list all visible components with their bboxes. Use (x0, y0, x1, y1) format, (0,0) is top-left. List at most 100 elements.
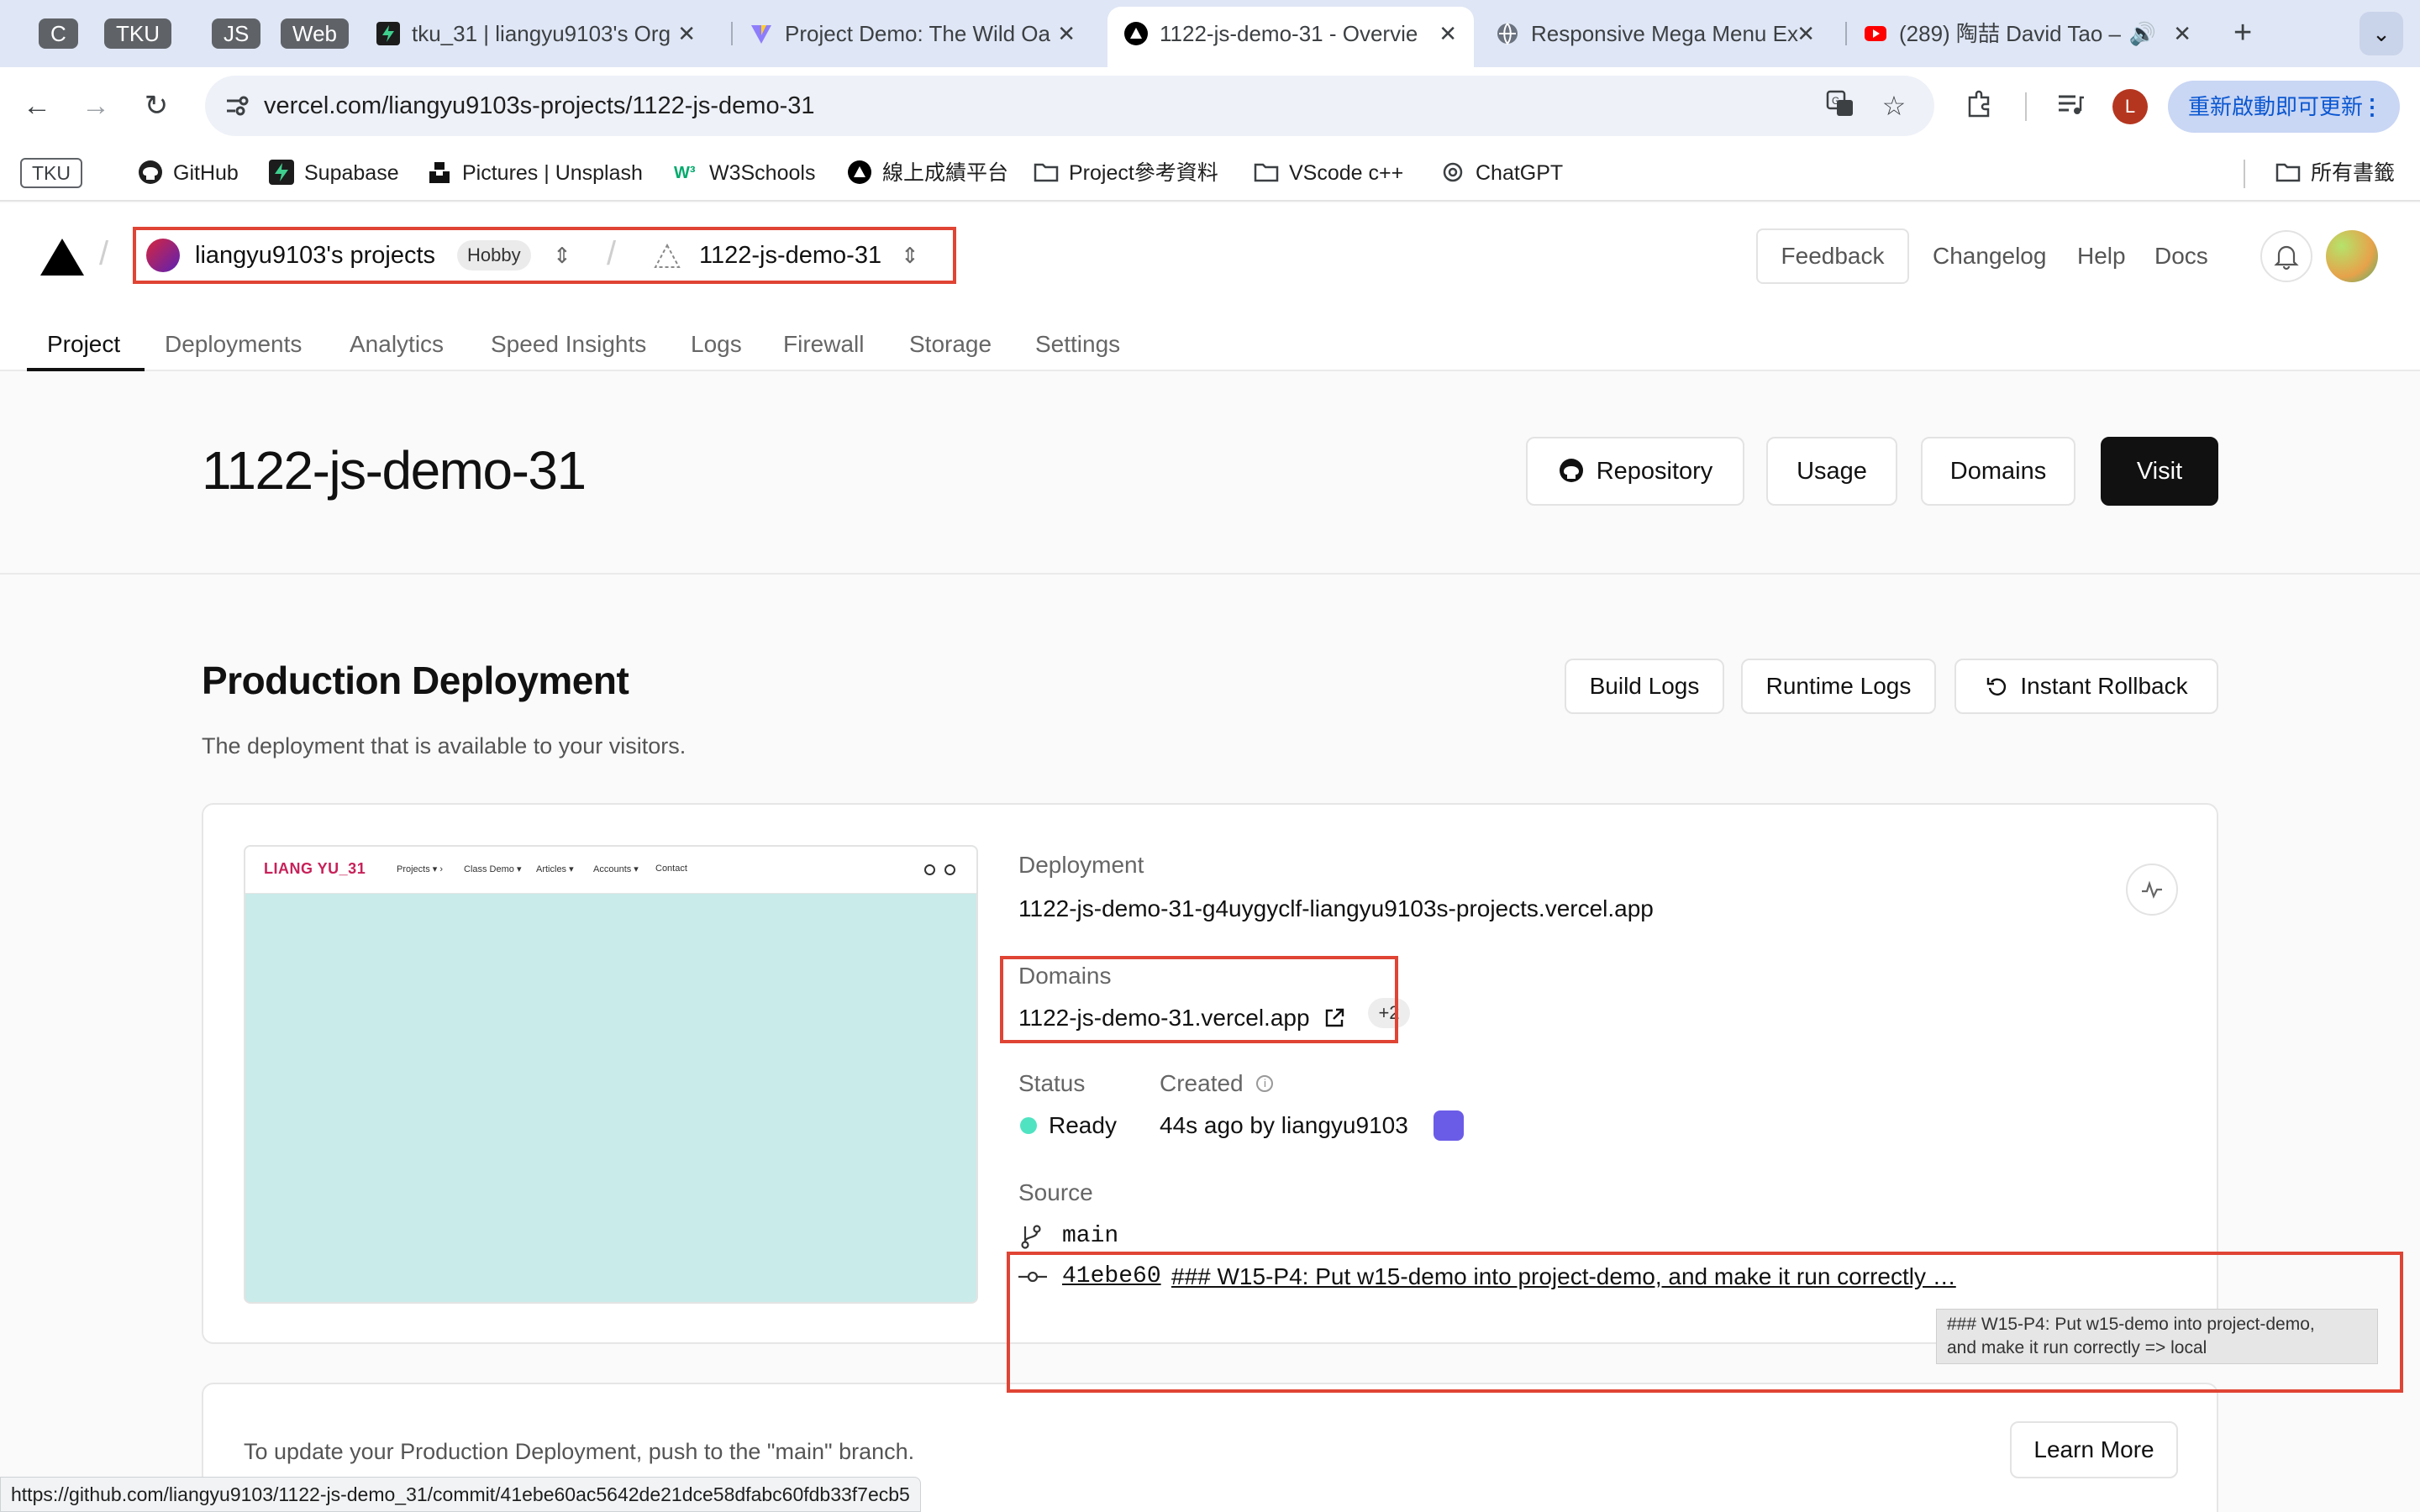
tab-group-js[interactable]: JS (212, 18, 261, 49)
globe-icon (1497, 23, 1518, 45)
extensions-icon[interactable] (1963, 89, 1996, 123)
instant-rollback-button[interactable]: Instant Rollback (1954, 659, 2218, 714)
created-label-text: Created (1160, 1070, 1244, 1096)
breadcrumb-separator: / (99, 235, 109, 272)
preview-nav-link: Accounts ▾ (593, 864, 639, 874)
section-title: Production Deployment (202, 659, 629, 702)
info-icon[interactable]: i (1256, 1074, 1274, 1092)
source-label: Source (1018, 1179, 1093, 1205)
bookmark-supabase[interactable]: Supabase (269, 144, 399, 202)
vercel-icon (848, 160, 871, 185)
tooltip-line: ### W15-P4: Put w15-demo into project-de… (1947, 1315, 2315, 1334)
browser-tab[interactable]: (289) 陶喆 David Tao – 🔊 ✕ (1847, 7, 2208, 60)
folder-icon (2275, 164, 2301, 182)
tab-group-web[interactable]: Web (281, 18, 349, 49)
usage-button[interactable]: Usage (1766, 437, 1897, 506)
speaker-icon[interactable]: 🔊 (2129, 7, 2156, 60)
changelog-link[interactable]: Changelog (1933, 228, 2046, 284)
forward-arrow-icon[interactable]: → (74, 84, 118, 128)
translate-icon[interactable]: G (1823, 89, 1857, 123)
back-arrow-icon[interactable]: ← (15, 84, 59, 128)
tab-search-chevron-icon[interactable]: ⌄ (2360, 12, 2403, 55)
all-bookmarks[interactable]: 所有書籤 (2275, 144, 2395, 202)
bookmark-grades[interactable]: 線上成績平台 (847, 144, 1008, 202)
tab-title: Project Demo: The Wild Oa (785, 21, 1050, 46)
profile-avatar[interactable]: L (2112, 89, 2148, 124)
tab-firewall[interactable]: Firewall (783, 318, 864, 371)
user-avatar[interactable] (2326, 230, 2378, 282)
help-link[interactable]: Help (2077, 228, 2126, 284)
created-label: Created i (1160, 1068, 1274, 1099)
preview-navbar: LIANG YU_31 Projects ▾ › Class Demo ▾ Ar… (245, 847, 976, 894)
svg-text:W³: W³ (674, 164, 696, 182)
repository-button[interactable]: Repository (1526, 437, 1744, 506)
docs-link[interactable]: Docs (2154, 228, 2208, 284)
feedback-button[interactable]: Feedback (1756, 228, 1909, 284)
observability-button[interactable] (2126, 864, 2178, 916)
browser-tab[interactable]: Responsive Mega Menu Ex ✕ (1479, 7, 1832, 60)
project-hero: 1122-js-demo-31 Repository Usage Domains… (0, 371, 2420, 575)
tab-analytics[interactable]: Analytics (350, 318, 444, 371)
bookmark-tku[interactable]: TKU (20, 158, 82, 188)
star-icon[interactable]: ☆ (1877, 89, 1911, 123)
tab-group-c[interactable]: C (39, 18, 78, 49)
bookmarks-bar: TKU GitHub Supabase Pictures | Unsplash … (0, 144, 2420, 202)
close-icon[interactable]: ✕ (677, 7, 696, 60)
learn-more-button[interactable]: Learn More (2010, 1421, 2178, 1478)
address-bar[interactable]: vercel.com/liangyu9103s-projects/1122-js… (205, 76, 1934, 136)
close-icon[interactable]: ✕ (1439, 7, 1457, 60)
bookmark-unsplash[interactable]: Pictures | Unsplash (427, 144, 643, 202)
bookmark-folder[interactable]: VScode c++ (1254, 144, 1403, 202)
bookmark-label: Project參考資料 (1069, 161, 1218, 185)
w3schools-icon: W³ (674, 164, 696, 182)
visit-button[interactable]: Visit (2101, 437, 2218, 506)
bookmark-github[interactable]: GitHub (138, 144, 239, 202)
tab-speed-insights[interactable]: Speed Insights (491, 318, 646, 371)
deployment-url[interactable]: 1122-js-demo-31-g4uygyclf-liangyu9103s-p… (1018, 894, 1654, 924)
runtime-logs-button[interactable]: Runtime Logs (1741, 659, 1936, 714)
link-status-bar: https://github.com/liangyu9103/1122-js-d… (0, 1477, 921, 1512)
toolbar-divider (2025, 92, 2027, 121)
media-queue-icon[interactable] (2054, 89, 2087, 123)
bookmark-w3schools[interactable]: W³ W3Schools (674, 144, 815, 202)
build-logs-button[interactable]: Build Logs (1565, 659, 1724, 714)
github-icon (139, 160, 162, 185)
bookmark-folder[interactable]: Project參考資料 (1034, 144, 1218, 202)
browser-tab-bar: C TKU JS Web tku_31 | liangyu9103's Org … (0, 0, 2420, 67)
url-text[interactable]: vercel.com/liangyu9103s-projects/1122-js… (264, 76, 815, 136)
close-icon[interactable]: ✕ (1797, 7, 1815, 60)
browser-tab[interactable]: tku_31 | liangyu9103's Org ✕ (360, 7, 713, 60)
more-menu-icon[interactable]: ⋮ (2361, 81, 2383, 133)
tab-deployments[interactable]: Deployments (165, 318, 302, 371)
tab-settings[interactable]: Settings (1035, 318, 1120, 371)
domains-button[interactable]: Domains (1921, 437, 2075, 506)
rollback-icon (1987, 677, 2007, 696)
preview-nav-link: Articles ▾ (536, 864, 574, 874)
update-browser-button[interactable]: 重新啟動即可更新 ⋮ (2168, 81, 2400, 133)
browser-tab-active[interactable]: 1122-js-demo-31 - Overvie ✕ (1107, 7, 1474, 67)
vercel-logo-icon[interactable] (40, 239, 84, 276)
tab-title: Responsive Mega Menu Ex (1531, 21, 1798, 46)
github-icon (1559, 459, 1583, 483)
close-icon[interactable]: ✕ (2173, 7, 2191, 60)
tab-project[interactable]: Project (47, 318, 120, 371)
tab-storage[interactable]: Storage (909, 318, 992, 371)
close-icon[interactable]: ✕ (1057, 7, 1076, 60)
branch-name[interactable]: main (1062, 1221, 1118, 1252)
browser-tab[interactable]: Project Demo: The Wild Oa ✕ (733, 7, 1092, 60)
tab-group-tku[interactable]: TKU (104, 18, 171, 49)
deployment-preview[interactable]: LIANG YU_31 Projects ▾ › Class Demo ▾ Ar… (244, 845, 978, 1304)
site-settings-icon[interactable] (224, 92, 250, 119)
new-tab-button[interactable]: + (2233, 15, 2252, 51)
notifications-button[interactable] (2260, 230, 2312, 282)
unsplash-icon (429, 162, 450, 184)
svg-text:G: G (1832, 95, 1839, 107)
tab-logs[interactable]: Logs (691, 318, 742, 371)
bookmark-label: Supabase (304, 161, 399, 185)
creator-avatar[interactable] (1434, 1110, 1464, 1141)
bookmark-chatgpt[interactable]: ChatGPT (1440, 144, 1563, 202)
reload-icon[interactable]: ↻ (134, 84, 178, 128)
tooltip-line: and make it run correctly => local (1947, 1338, 2207, 1357)
tab-title: 1122-js-demo-31 - Overvie (1160, 21, 1418, 46)
bookmark-label: GitHub (173, 161, 239, 185)
